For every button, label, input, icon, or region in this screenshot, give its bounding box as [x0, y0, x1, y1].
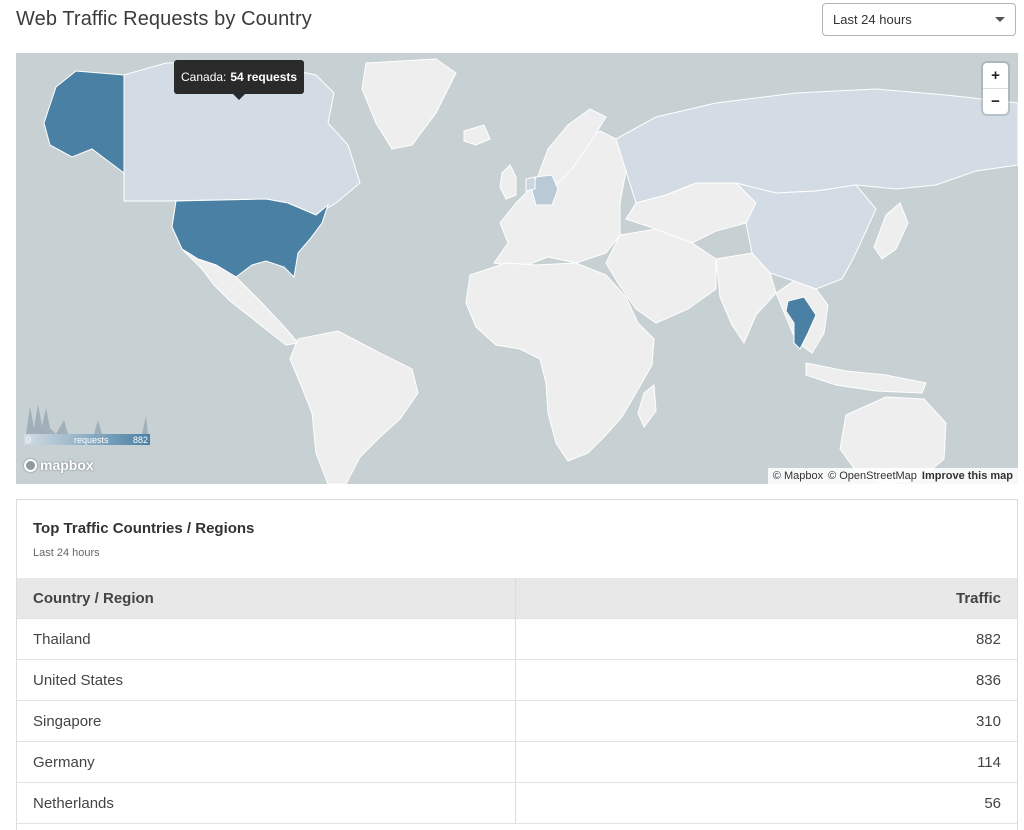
map-attribution: © Mapbox © OpenStreetMap Improve this ma… — [767, 468, 1018, 484]
country-indonesia — [805, 362, 927, 394]
country-greenland — [361, 58, 457, 150]
cell-traffic: 114 — [977, 753, 1001, 771]
card-title: Top Traffic Countries / Regions — [33, 520, 255, 537]
column-header-traffic[interactable]: Traffic — [516, 578, 1017, 618]
cell-country: Netherlands — [17, 783, 516, 823]
legend-max: 882 — [132, 435, 148, 445]
cell-country: Germany — [17, 742, 516, 782]
map-tooltip: Canada: 54 requests — [174, 60, 305, 100]
mapbox-icon — [24, 458, 37, 472]
time-range-select[interactable]: Last 24 hours — [822, 3, 1016, 36]
map-canvas — [43, 58, 1018, 484]
cell-country: Thailand — [17, 619, 516, 659]
cell-country: United States — [17, 660, 516, 700]
map-legend: 0 requests 882 — [24, 398, 150, 448]
card-subtitle: Last 24 hours — [33, 547, 100, 559]
chevron-down-icon — [995, 17, 1005, 22]
legend-min: 0 — [26, 435, 32, 445]
improve-map-link[interactable]: Improve this map — [922, 470, 1013, 482]
column-header-country[interactable]: Country / Region — [17, 578, 516, 618]
tooltip-country: Canada: — [181, 70, 227, 84]
countries-table: Country / Region Traffic Thailand 882 Un… — [17, 578, 1017, 824]
cell-traffic: 56 — [984, 794, 1001, 812]
country-south-america — [289, 330, 419, 484]
country-usa — [171, 198, 330, 279]
legend-label: requests — [74, 435, 109, 445]
table-row: Germany 114 — [17, 742, 1017, 783]
country-germany — [531, 174, 559, 206]
country-alaska — [43, 70, 125, 174]
country-madagascar — [637, 384, 657, 428]
page-title: Web Traffic Requests by Country — [16, 8, 312, 30]
table-header-row: Country / Region Traffic — [17, 578, 1017, 619]
country-iceland — [463, 124, 491, 146]
attribution-osm[interactable]: © OpenStreetMap — [828, 470, 917, 482]
zoom-out-button[interactable]: − — [983, 88, 1008, 114]
country-japan — [873, 202, 909, 260]
world-map[interactable]: Canada: 54 requests + − 0 requests 882 m… — [16, 53, 1018, 484]
country-netherlands — [525, 176, 536, 192]
mapbox-logo[interactable]: mapbox — [24, 457, 94, 473]
cell-country: Singapore — [17, 701, 516, 741]
cell-traffic: 882 — [975, 630, 1001, 648]
cell-traffic: 836 — [975, 671, 1001, 689]
cell-traffic: 310 — [975, 712, 1001, 730]
time-range-value: Last 24 hours — [833, 12, 912, 27]
country-russia — [615, 88, 1018, 204]
attribution-mapbox[interactable]: © Mapbox — [773, 470, 823, 482]
table-row: Singapore 310 — [17, 701, 1017, 742]
zoom-controls: + − — [983, 63, 1008, 114]
top-countries-card: Top Traffic Countries / Regions Last 24 … — [16, 499, 1018, 830]
table-row: Thailand 882 — [17, 619, 1017, 660]
tooltip-value: 54 requests — [230, 70, 298, 84]
country-uk — [499, 164, 517, 200]
zoom-in-button[interactable]: + — [983, 63, 1008, 88]
table-row: United States 836 — [17, 660, 1017, 701]
table-row: Netherlands 56 — [17, 783, 1017, 824]
